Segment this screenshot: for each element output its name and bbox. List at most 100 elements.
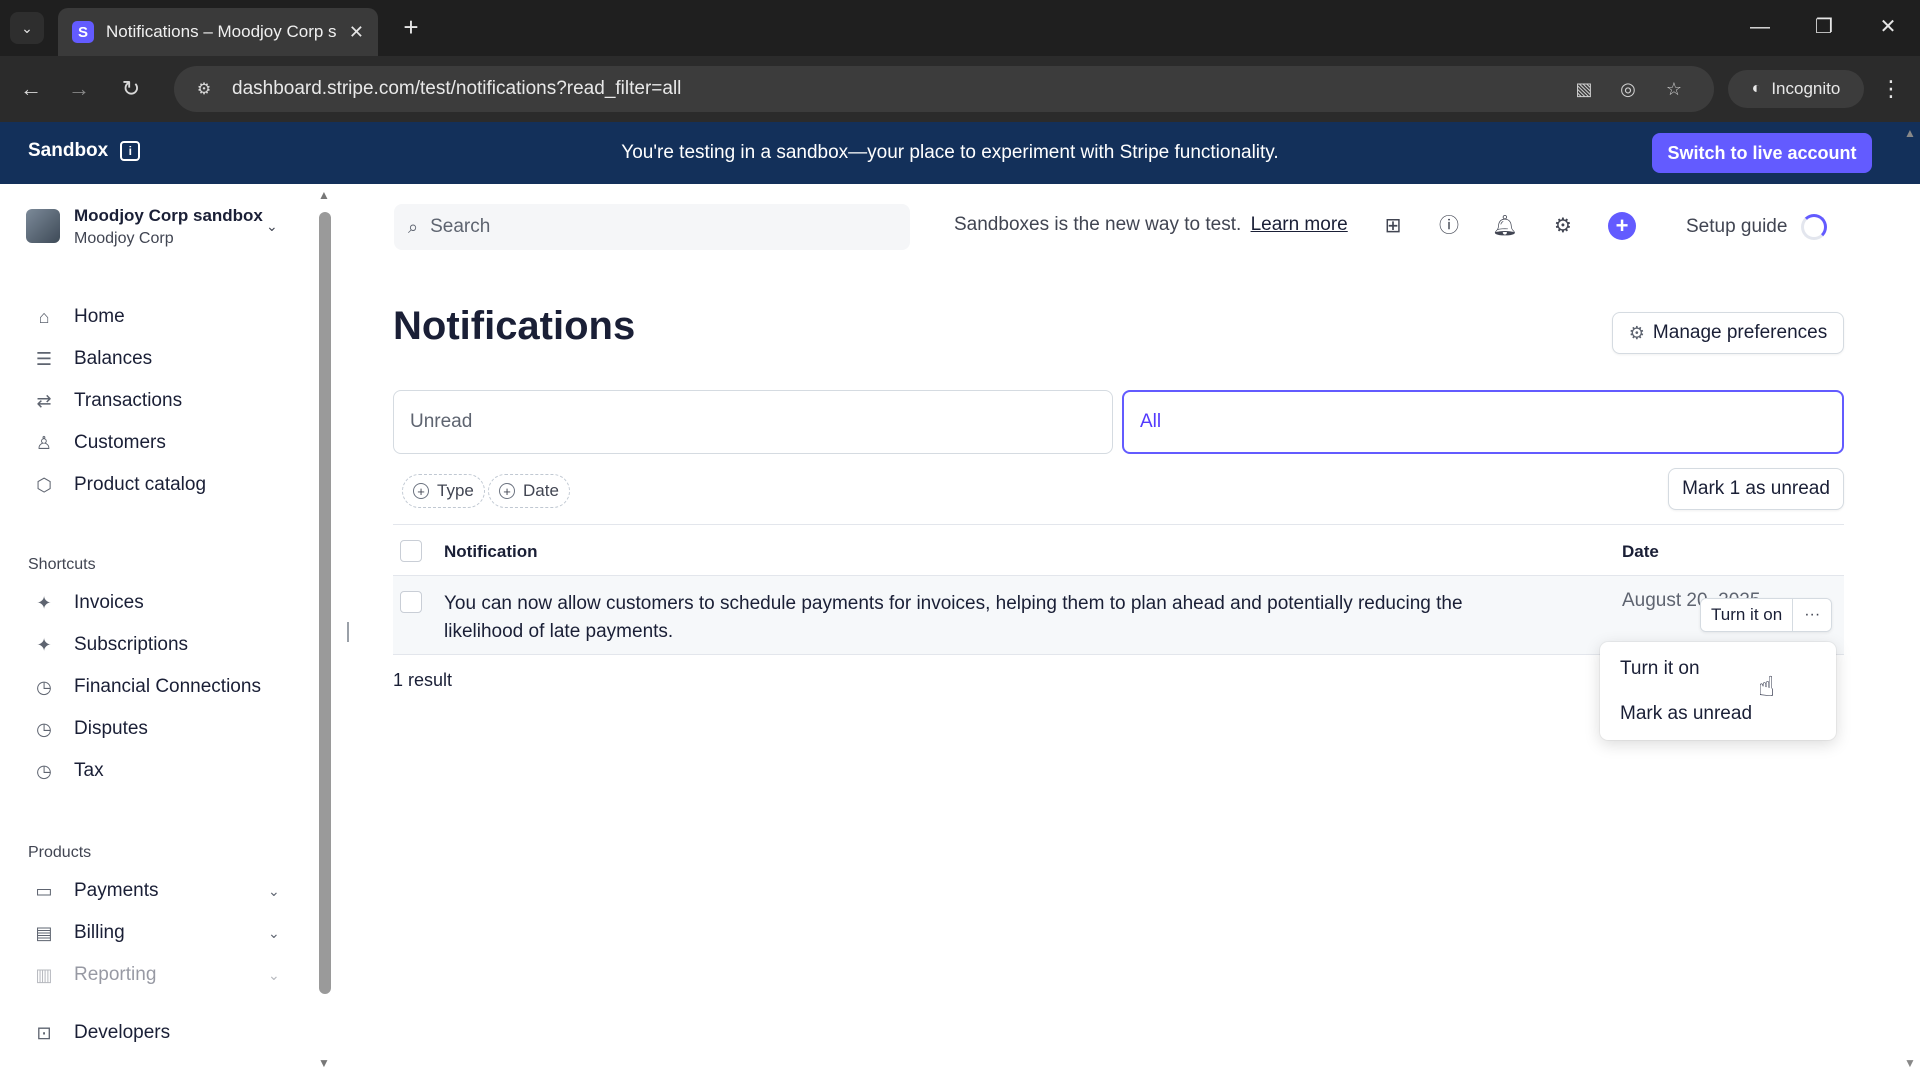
search-input[interactable] xyxy=(430,216,871,238)
sandbox-banner: Sandbox i You're testing in a sandbox—yo… xyxy=(0,122,1920,184)
search-box[interactable]: ⌕ xyxy=(394,204,910,250)
sidebar-item-label: Disputes xyxy=(74,718,148,739)
page-scroll-down-icon[interactable]: ▼ xyxy=(1904,1056,1916,1070)
column-header-date: Date xyxy=(1622,542,1659,561)
sidebar-item-label: Balances xyxy=(74,348,153,369)
filter-type[interactable]: + Type xyxy=(402,474,485,508)
clock-icon: ◷ xyxy=(36,718,52,739)
bookmark-star-icon[interactable]: ☆ xyxy=(1660,75,1688,103)
learn-more-link[interactable]: Learn more xyxy=(1251,214,1348,235)
tab-all[interactable]: All xyxy=(1122,390,1844,454)
notification-text: You can now allow customers to schedule … xyxy=(444,593,1463,642)
sidebar-item-payments[interactable]: ▭ Payments ⌄ xyxy=(30,874,290,908)
new-tab-icon[interactable]: + xyxy=(396,12,426,42)
home-icon: ⌂ xyxy=(38,306,50,327)
account-switcher[interactable]: Moodjoy Corp sandbox Moodjoy Corp xyxy=(26,206,263,248)
menu-item-turn-it-on[interactable]: Turn it on xyxy=(1620,658,1700,680)
sidebar-scroll-up-icon[interactable]: ▲ xyxy=(318,188,330,202)
sidebar-item-billing[interactable]: ▤ Billing ⌄ xyxy=(30,916,290,950)
sidebar-item-label: Product catalog xyxy=(74,474,207,495)
turn-it-on-button[interactable]: Turn it on xyxy=(1701,599,1794,631)
manage-preferences-button[interactable]: ⚙ Manage preferences xyxy=(1612,312,1844,354)
payments-icon: ▭ xyxy=(35,880,53,901)
sidebar-scroll-down-icon[interactable]: ▼ xyxy=(318,1056,330,1070)
account-org: Moodjoy Corp xyxy=(74,230,174,247)
clock-icon: ◷ xyxy=(36,760,52,781)
setup-guide-label: Setup guide xyxy=(1686,216,1788,237)
incognito-label: Incognito xyxy=(1771,79,1841,98)
eye-off-icon[interactable]: ◎ xyxy=(1614,75,1642,103)
incognito-icon: ◐ xyxy=(1751,80,1762,97)
sidebar-item-developers[interactable]: ⊡ Developers xyxy=(30,1016,290,1050)
sidebar-item-balances[interactable]: ☰ Balances xyxy=(30,342,290,376)
sidebar-item-label: Financial Connections xyxy=(74,676,261,697)
tab-title: Notifications – Moodjoy Corp s xyxy=(106,22,337,41)
search-icon: ⌕ xyxy=(408,216,419,237)
pin-icon: ✦ xyxy=(36,634,52,655)
sidebar: Moodjoy Corp sandbox Moodjoy Corp ⌄ ⌂ Ho… xyxy=(0,184,330,1080)
gear-icon[interactable]: ⚙ xyxy=(1548,211,1578,241)
sidebar-item-label: Billing xyxy=(74,922,125,943)
filter-date[interactable]: + Date xyxy=(488,474,570,508)
clock-icon: ◷ xyxy=(36,676,52,697)
site-info-icon[interactable]: ⚙ xyxy=(190,75,218,103)
sidebar-item-product-catalog[interactable]: ⬡ Product catalog xyxy=(30,468,290,502)
mark-unread-button[interactable]: Mark 1 as unread xyxy=(1668,468,1844,510)
help-icon[interactable]: ⓘ xyxy=(1434,211,1464,241)
sidebar-item-transactions[interactable]: ⇄ Transactions xyxy=(30,384,290,418)
back-icon[interactable]: ← xyxy=(14,72,48,106)
pin-icon: ✦ xyxy=(36,592,52,613)
apps-icon[interactable]: ⊞ xyxy=(1378,211,1408,241)
developers-icon: ⊡ xyxy=(36,1022,52,1043)
row-checkbox[interactable] xyxy=(400,591,422,613)
sidebar-item-customers[interactable]: ♙ Customers xyxy=(30,426,290,460)
billing-icon: ▤ xyxy=(35,922,53,943)
page-scroll-up-icon[interactable]: ▲ xyxy=(1904,126,1916,140)
manage-preferences-label: Manage preferences xyxy=(1652,322,1828,343)
sidebar-item-label: Transactions xyxy=(74,390,183,411)
forward-icon[interactable]: → xyxy=(62,72,96,106)
result-count: 1 result xyxy=(393,670,453,690)
shortcuts-heading: Shortcuts xyxy=(28,556,96,573)
products-heading: Products xyxy=(28,844,92,861)
plus-circle-icon: + xyxy=(499,483,515,499)
window-close-icon[interactable]: ✕ xyxy=(1868,10,1908,44)
reporting-icon: ▥ xyxy=(35,964,53,985)
sidebar-item-financial-connections[interactable]: ◷ Financial Connections xyxy=(30,670,290,704)
filter-type-label: Type xyxy=(437,481,474,500)
create-plus-icon[interactable]: + xyxy=(1608,212,1636,240)
browser-menu-icon[interactable]: ⋮ xyxy=(1876,72,1906,106)
url-field[interactable]: ⚙ dashboard.stripe.com/test/notification… xyxy=(174,66,1714,112)
restore-icon[interactable]: ❐ xyxy=(1804,10,1844,44)
tab-unread[interactable]: Unread xyxy=(393,390,1113,454)
sidebar-item-tax[interactable]: ◷ Tax xyxy=(30,754,290,788)
minimize-icon[interactable]: — xyxy=(1740,10,1780,44)
menu-item-mark-as-unread[interactable]: Mark as unread xyxy=(1620,703,1752,725)
sidebar-resize-handle[interactable] xyxy=(347,622,349,642)
column-header-notification: Notification xyxy=(444,542,538,561)
tab-search-button[interactable]: ⌄ xyxy=(10,12,44,44)
sidebar-item-invoices[interactable]: ✦ Invoices xyxy=(30,586,290,620)
select-all-checkbox[interactable] xyxy=(400,540,422,562)
sidebar-item-reporting[interactable]: ▥ Reporting ⌄ xyxy=(30,958,290,992)
reload-icon[interactable]: ↻ xyxy=(114,72,148,106)
sidebar-item-label: Reporting xyxy=(74,964,157,985)
sidebar-item-home[interactable]: ⌂ Home xyxy=(30,300,290,334)
sidebar-item-disputes[interactable]: ◷ Disputes xyxy=(30,712,290,746)
chevron-down-icon: ⌄ xyxy=(268,966,280,983)
chevron-down-icon: ⌄ xyxy=(268,882,280,899)
filter-date-label: Date xyxy=(523,481,559,500)
browser-tab[interactable]: S Notifications – Moodjoy Corp s ✕ xyxy=(58,8,378,56)
camera-off-icon[interactable]: ▧ xyxy=(1570,75,1598,103)
chevron-down-icon[interactable]: ⌄ xyxy=(266,218,278,235)
incognito-badge[interactable]: ◐ Incognito xyxy=(1728,70,1864,108)
switch-to-live-button[interactable]: Switch to live account xyxy=(1652,133,1872,173)
setup-guide-button[interactable]: Setup guide xyxy=(1686,214,1828,240)
bell-icon[interactable]: 🔔︎ xyxy=(1490,211,1520,241)
sidebar-item-subscriptions[interactable]: ✦ Subscriptions xyxy=(30,628,290,662)
close-tab-icon[interactable]: ✕ xyxy=(349,22,364,43)
more-options-icon[interactable]: ··· xyxy=(1793,599,1832,631)
sidebar-scrollbar[interactable] xyxy=(319,212,331,994)
plus-circle-icon: + xyxy=(413,483,429,499)
stripe-favicon-icon: S xyxy=(72,21,94,43)
